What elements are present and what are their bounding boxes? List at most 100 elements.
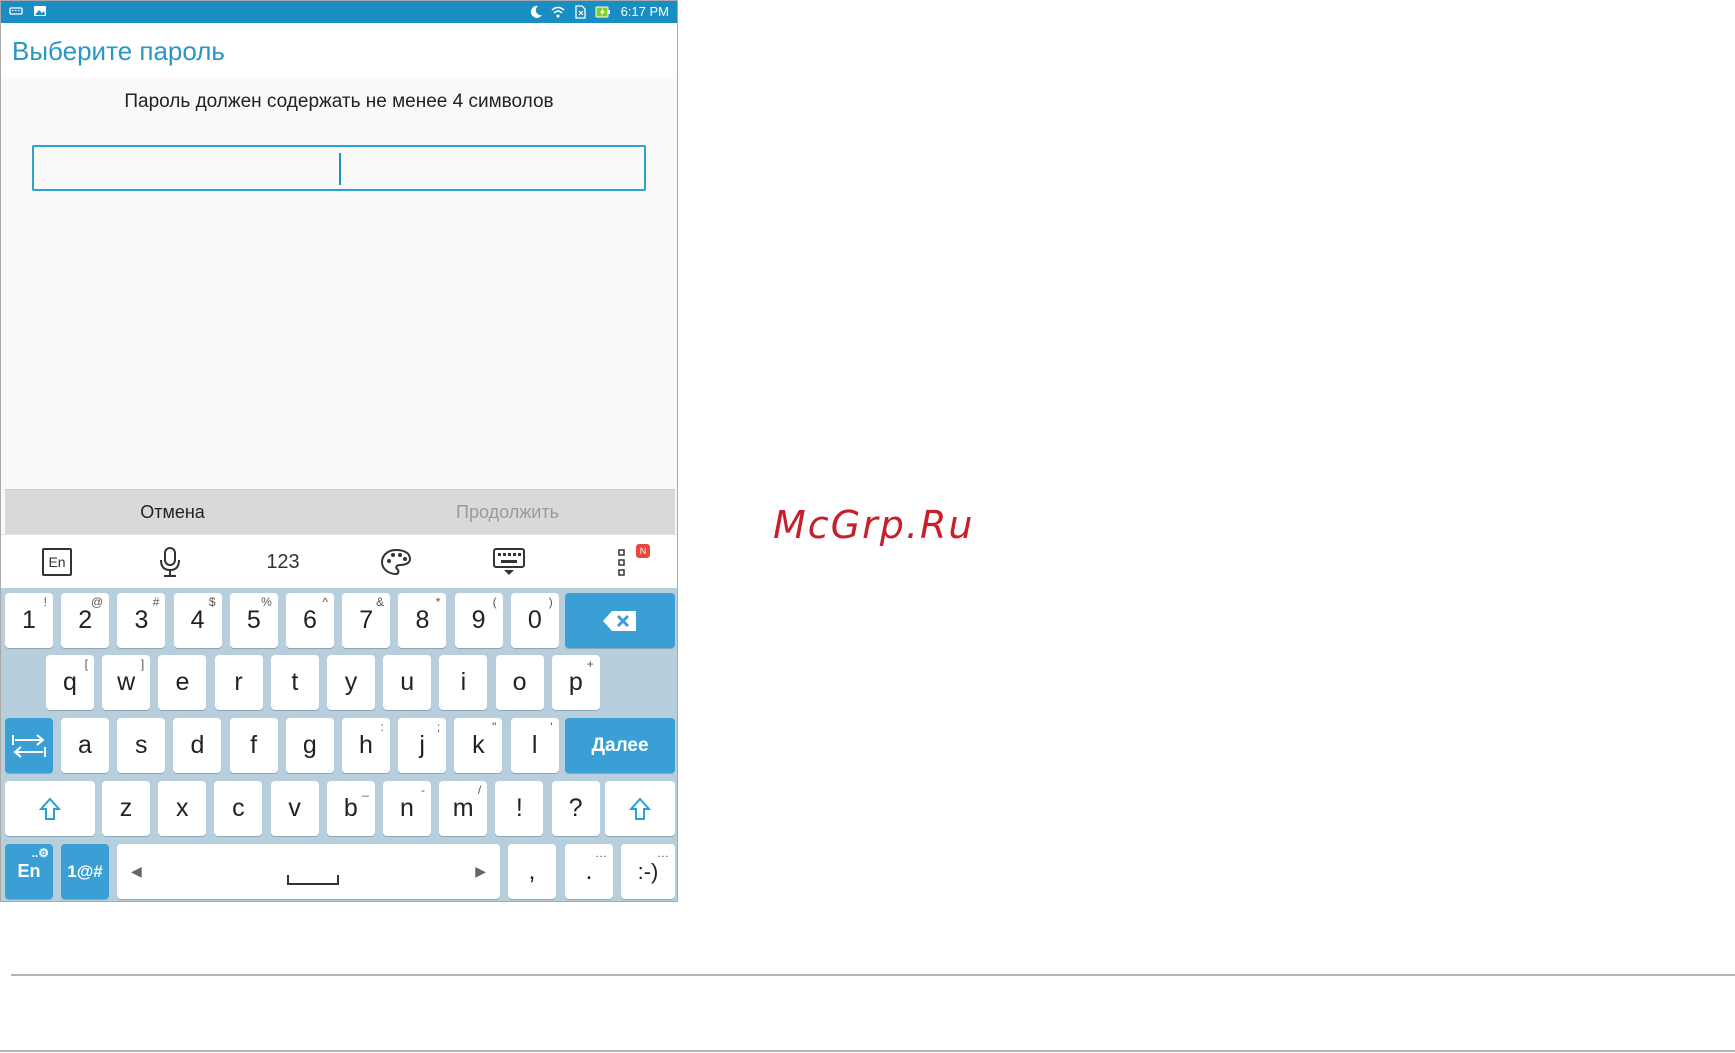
key-label: d (190, 731, 205, 759)
key-label: e (175, 668, 190, 696)
hide-keyboard-button[interactable] (479, 541, 539, 583)
key-w[interactable]: w] (102, 655, 151, 710)
smiley-key[interactable]: :-) … (621, 844, 675, 899)
divider-line (11, 974, 1735, 976)
key-label: u (400, 668, 415, 696)
key-b[interactable]: b _ (326, 781, 375, 836)
period-key[interactable]: . … (565, 844, 613, 899)
key-label: 1 (22, 606, 36, 634)
password-input[interactable] (32, 145, 646, 191)
shift-arrow-icon (38, 797, 62, 821)
key-secondary-label: - (421, 783, 425, 797)
key-label: 7 (359, 606, 374, 634)
key-label: m (452, 794, 474, 822)
key-d[interactable]: d (173, 718, 222, 773)
key-secondary-label: $ (208, 595, 216, 609)
key-secondary-label: ] (140, 657, 145, 671)
key-secondary-label: @ (91, 595, 104, 609)
key-9[interactable]: 9( (454, 593, 503, 648)
symbols-key[interactable]: 1@# (61, 844, 109, 899)
key-secondary-label: ' (550, 720, 553, 734)
period-key-label: . (585, 857, 593, 885)
key-label: j (419, 731, 425, 759)
space-key[interactable]: ◀ ▶ (117, 844, 500, 899)
cancel-button[interactable]: Отмена (5, 490, 340, 534)
watermark: McGrp.Ru (773, 503, 975, 547)
no-sim-icon (574, 4, 586, 19)
key-m[interactable]: m / (439, 781, 488, 836)
key-v[interactable]: v (270, 781, 319, 836)
key-secondary-label: # (152, 595, 160, 609)
key-label: a (78, 731, 92, 759)
key-secondary-label: " (492, 720, 497, 734)
tab-key[interactable] (5, 718, 53, 773)
more-dots-icon: … (657, 846, 669, 860)
key-q[interactable]: q[ (46, 655, 94, 710)
key-secondary-label: ! (43, 595, 47, 609)
key-secondary-label: : (380, 720, 384, 734)
language-icon: En (42, 548, 72, 576)
key-o[interactable]: o (495, 655, 544, 710)
key-label: v (288, 794, 301, 822)
key-a[interactable]: a (61, 718, 109, 773)
theme-button[interactable] (366, 541, 426, 583)
key-s[interactable]: s (117, 718, 166, 773)
key-l[interactable]: l ' (510, 718, 559, 773)
key-r[interactable]: r (214, 655, 263, 710)
input-language-button[interactable]: En (27, 541, 87, 583)
key-label: w (117, 668, 136, 696)
palette-icon (380, 548, 412, 576)
key-secondary-label: % (261, 595, 272, 609)
key-label: s (134, 731, 148, 759)
key-f[interactable]: f (229, 718, 278, 773)
key-5[interactable]: 5% (229, 593, 278, 648)
key-z[interactable]: z (102, 781, 150, 836)
keyboard-notification-icon (9, 7, 23, 15)
language-switch-key[interactable]: En ..⚙ (5, 844, 53, 899)
key-secondary-label: ( (492, 595, 497, 609)
key-c[interactable]: c (214, 781, 263, 836)
backspace-key[interactable] (565, 593, 675, 648)
key-secondary-label: ) (548, 595, 553, 609)
key-label: 9 (471, 606, 486, 634)
page-title: Выберите пароль (12, 36, 225, 66)
key-label: 6 (303, 606, 317, 634)
key-8[interactable]: 8 * (398, 593, 447, 648)
backspace-icon (603, 611, 636, 632)
key-1[interactable]: 1! (5, 593, 53, 648)
key-u[interactable]: u (383, 655, 432, 710)
key-label: l (531, 731, 538, 759)
key-label: r (234, 668, 243, 696)
key-e[interactable]: e (158, 655, 207, 710)
key-secondary-label: ^ (322, 595, 328, 609)
voice-input-button[interactable] (140, 541, 200, 583)
key-p[interactable]: p + (551, 655, 600, 710)
more-vertical-icon (618, 549, 625, 576)
key-label: t (291, 668, 299, 696)
key-symbol[interactable]: ? (551, 781, 600, 836)
key-4[interactable]: 4 $ (173, 593, 222, 648)
key-6[interactable]: 6 ^ (286, 593, 334, 648)
key-g[interactable]: g (285, 718, 334, 773)
tab-arrows-icon (12, 734, 46, 759)
next-key[interactable]: Далее (565, 718, 675, 773)
key-y[interactable]: y (327, 655, 375, 710)
comma-key[interactable]: , (508, 844, 556, 899)
cursor-left-icon: ◀ (131, 863, 142, 879)
key-label: f (250, 731, 258, 759)
key-label: g (302, 731, 317, 759)
key-7[interactable]: 7 & (342, 593, 391, 648)
key-n[interactable]: n- (383, 781, 431, 836)
continue-button[interactable]: Продолжить (340, 490, 675, 534)
status-bar: 6:17 PM (1, 1, 677, 23)
key-t[interactable]: t (270, 655, 319, 710)
key-symbol[interactable]: ! (495, 781, 544, 836)
more-options-button[interactable]: N (592, 541, 652, 583)
shift-key-left[interactable] (5, 781, 95, 836)
key-0[interactable]: 0) (510, 593, 559, 648)
key-label: h (359, 731, 373, 759)
key-x[interactable]: x (158, 781, 207, 836)
key-i[interactable]: i (439, 655, 488, 710)
key-label: c (232, 794, 245, 822)
gallery-notification-icon (34, 6, 46, 16)
